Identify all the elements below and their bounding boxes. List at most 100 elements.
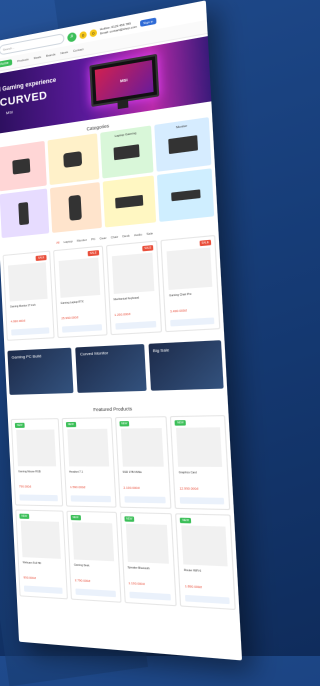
product-image — [16, 429, 56, 466]
promo-banner[interactable]: Big Sale — [148, 340, 224, 391]
product-price: 1.590.000đ — [70, 485, 85, 489]
product-card[interactable]: NEW Gaming Mouse RGB 790.000đ — [11, 418, 63, 506]
product-row: SALE Gaming Monitor 27 inch 4.990.000đ S… — [0, 232, 224, 343]
tab[interactable]: Gear — [99, 236, 106, 241]
keyboard-icon — [171, 189, 200, 201]
category-label — [0, 192, 47, 198]
new-badge: NEW — [180, 518, 191, 524]
hero-heading: d Gaming experience — [0, 78, 56, 94]
promo-banner[interactable]: Curved Monitor — [76, 344, 147, 393]
add-to-cart-button[interactable] — [70, 495, 110, 502]
monitor-brand: MSI — [95, 60, 154, 101]
product-row: NEW Gaming Mouse RGB 790.000đ NEW Headse… — [8, 413, 234, 513]
promo-banners: Gaming PC Build Curved Monitor Big Sale — [4, 331, 227, 399]
product-card[interactable]: NEW SSD 1TB NVMe 2.190.000đ — [114, 416, 171, 509]
product-price: 25.990.000đ — [61, 315, 78, 320]
promo-banner[interactable]: Gaming PC Build — [7, 348, 73, 395]
product-card[interactable]: SALE Gaming Chair Pro 3.490.000đ — [161, 235, 221, 332]
new-badge: NEW — [19, 514, 29, 519]
tab[interactable]: Laptop — [63, 239, 72, 244]
new-badge: NEW — [175, 420, 186, 426]
category-tile[interactable] — [0, 189, 49, 239]
cart-icon[interactable]: 0 — [90, 28, 98, 37]
add-to-cart-button[interactable] — [115, 321, 157, 330]
add-to-cart-button[interactable] — [62, 324, 102, 333]
product-row: NEW Webcam Full HD 990.000đ NEW Gaming D… — [12, 507, 239, 612]
chair-icon — [69, 195, 82, 221]
product-name: Gaming Chair Pro — [169, 291, 213, 298]
add-to-cart-button[interactable] — [11, 327, 49, 335]
tab[interactable]: Audio — [134, 232, 142, 237]
sale-badge: SALE — [142, 245, 154, 251]
new-badge: NEW — [124, 516, 135, 522]
nav-item[interactable]: News — [60, 50, 68, 55]
product-image — [111, 253, 154, 294]
nav-item[interactable]: Brands — [46, 52, 56, 58]
nav-item-home[interactable]: Home — [0, 59, 13, 68]
product-name: Mechanical Keyboard — [114, 295, 156, 302]
product-price: 2.190.000đ — [123, 486, 139, 490]
category-tile[interactable]: Monitor — [155, 117, 212, 172]
category-tile[interactable] — [157, 168, 214, 222]
product-card[interactable]: NEW Gaming Desk 2.790.000đ — [66, 511, 121, 603]
add-to-cart-button[interactable] — [19, 494, 57, 501]
product-name: Speaker Bluetooth — [128, 566, 170, 572]
signin-button[interactable]: Sign in — [140, 17, 157, 26]
tab[interactable]: Sale — [146, 231, 153, 236]
product-card[interactable]: NEW Webcam Full HD 990.000đ — [15, 509, 67, 599]
add-to-cart-button[interactable] — [75, 588, 115, 597]
add-to-cart-button[interactable] — [170, 317, 214, 326]
category-label — [102, 179, 154, 185]
tab[interactable]: PC — [91, 237, 96, 242]
camera-icon — [63, 151, 82, 168]
add-to-cart-button[interactable] — [124, 496, 166, 503]
promo-label: Gaming PC Build — [11, 353, 41, 359]
product-price: 1.290.000đ — [114, 312, 130, 317]
monitor-stand — [117, 99, 128, 109]
product-image — [72, 522, 114, 561]
product-card[interactable]: SALE Gaming Monitor 27 inch 4.990.000đ — [3, 251, 55, 341]
sale-badge: SALE — [199, 240, 211, 247]
product-card[interactable]: SALE Mechanical Keyboard 1.290.000đ — [105, 240, 162, 335]
product-card[interactable]: NEW Router WiFi 6 1.890.000đ — [175, 513, 235, 610]
wishlist-icon[interactable]: 0 — [79, 30, 87, 39]
add-to-cart-button[interactable] — [180, 497, 224, 504]
add-to-cart-button[interactable] — [129, 592, 171, 601]
monitor-icon — [168, 135, 198, 154]
product-price: 1.890.000đ — [185, 584, 202, 589]
hero-subtitle: MSI — [6, 109, 13, 115]
chair-icon — [19, 202, 30, 225]
product-image — [8, 262, 47, 301]
new-badge: NEW — [119, 421, 130, 426]
product-card[interactable]: NEW Speaker Bluetooth 1.190.000đ — [119, 512, 177, 606]
nav-item[interactable]: Products — [17, 57, 29, 63]
product-card[interactable]: NEW Headset 7.1 1.590.000đ — [61, 417, 116, 508]
product-name: Webcam Full HD — [23, 561, 61, 566]
nav-item[interactable]: Deals — [33, 55, 41, 60]
search-button[interactable]: ⌕ — [67, 31, 77, 42]
nav-item[interactable]: Contact — [73, 47, 84, 53]
product-price: 4.990.000đ — [11, 319, 26, 324]
product-price: 790.000đ — [19, 484, 31, 488]
add-to-cart-button[interactable] — [24, 585, 62, 593]
product-card[interactable]: NEW Graphics Card 12.990.000đ — [170, 415, 230, 510]
category-tile[interactable] — [50, 182, 102, 233]
tab[interactable]: Desk — [122, 233, 129, 238]
camera-icon — [13, 158, 31, 174]
new-badge: NEW — [15, 423, 25, 428]
category-tile[interactable] — [102, 175, 156, 227]
product-name: Gaming Desk — [74, 564, 114, 570]
category-tile[interactable]: Laptop Gaming — [100, 125, 154, 178]
category-tile[interactable] — [47, 133, 99, 185]
tab-all[interactable]: All — [56, 240, 60, 244]
tab[interactable]: Monitor — [77, 238, 87, 243]
product-name: SSD 1TB NVMe — [123, 471, 165, 475]
tab[interactable]: Chair — [111, 235, 119, 240]
category-tile[interactable] — [0, 141, 47, 191]
laptop-icon — [113, 144, 139, 160]
product-card[interactable]: SALE Gaming Laptop RTX 25.990.000đ — [53, 246, 107, 339]
product-price: 1.190.000đ — [128, 581, 144, 586]
product-price: 12.990.000đ — [179, 486, 198, 491]
website-page: Search... ⌕ 0 0 Hotline: 0123 456 789 Em… — [0, 0, 242, 660]
add-to-cart-button[interactable] — [185, 595, 229, 604]
